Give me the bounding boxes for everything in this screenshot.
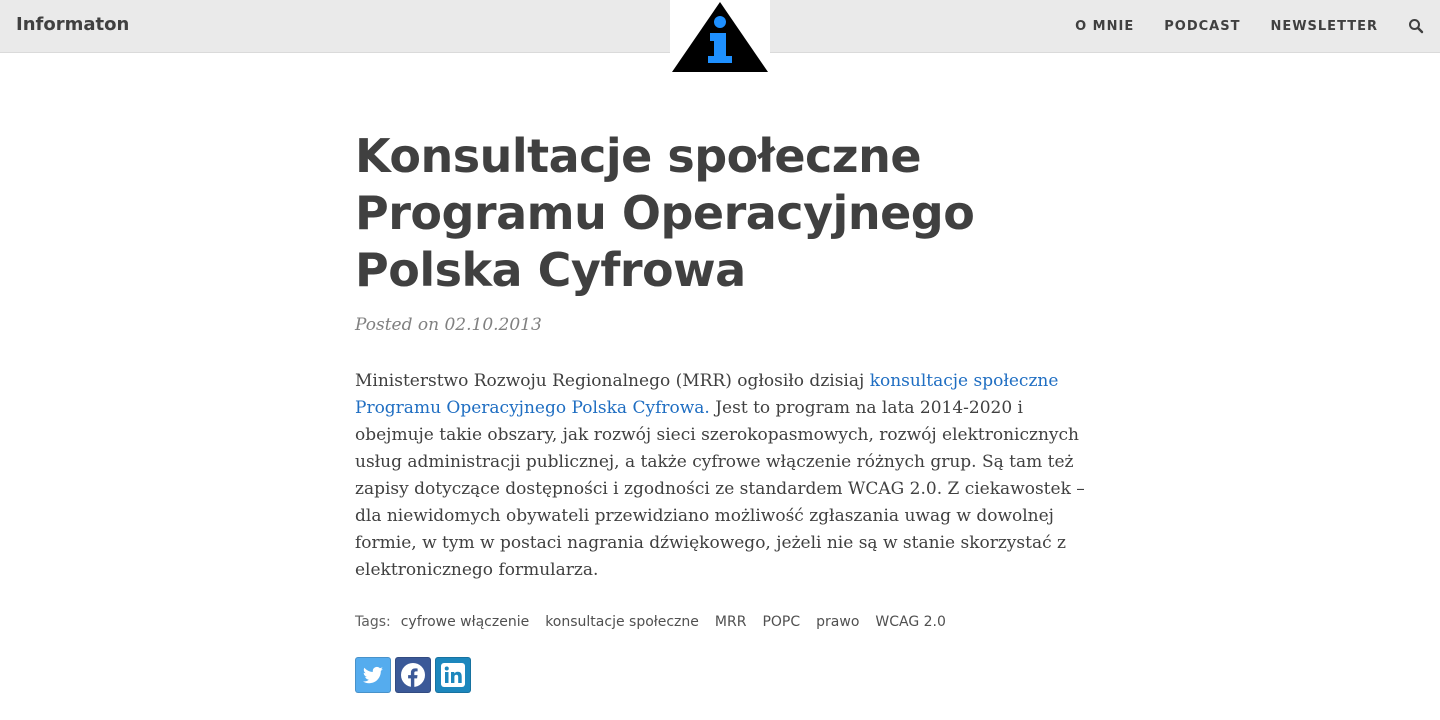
tag-link[interactable]: konsultacje społeczne: [545, 614, 699, 630]
main-nav: O MNIE PODCAST NEWSLETTER: [1045, 0, 1424, 52]
site-header: Informaton O MNIE PODCAST NEWSLETTER: [0, 0, 1440, 74]
nav-item-newsletter[interactable]: NEWSLETTER: [1270, 19, 1378, 34]
post-date: Posted on 02.10.2013: [355, 315, 542, 335]
search-icon[interactable]: [1408, 18, 1424, 34]
tag-link[interactable]: POPC: [762, 614, 800, 630]
tag-link[interactable]: WCAG 2.0: [875, 614, 946, 630]
linkedin-icon: [441, 663, 465, 687]
tags-label: Tags:: [355, 614, 391, 630]
nav-item-podcast[interactable]: PODCAST: [1164, 19, 1240, 34]
article-title: Konsultacje społeczne Programu Operacyjn…: [355, 129, 975, 297]
share-buttons: [355, 657, 1085, 693]
article-body: Ministerstwo Rozwoju Regionalnego (MRR) …: [355, 368, 1085, 584]
twitter-icon: [362, 666, 383, 684]
tag-list: Tags: cyfrowe włączenie konsultacje społ…: [355, 614, 1085, 630]
body-text-intro: Ministerstwo Rozwoju Regionalnego (MRR) …: [355, 371, 870, 391]
nav-item-o-mnie[interactable]: O MNIE: [1075, 19, 1134, 34]
facebook-icon: [401, 663, 425, 687]
body-text-rest: Jest to program na lata 2014-2020 i obej…: [355, 398, 1085, 580]
site-logo[interactable]: [670, 0, 770, 74]
share-linkedin-button[interactable]: [435, 657, 471, 693]
article: Konsultacje społeczne Programu Operacyjn…: [355, 128, 1085, 693]
tag-link[interactable]: cyfrowe włączenie: [401, 614, 529, 630]
tag-link[interactable]: MRR: [715, 614, 747, 630]
tag-link[interactable]: prawo: [816, 614, 859, 630]
share-twitter-button[interactable]: [355, 657, 391, 693]
share-facebook-button[interactable]: [395, 657, 431, 693]
site-brand-link[interactable]: Informaton: [16, 14, 129, 35]
info-triangle-logo-icon: [672, 2, 768, 72]
